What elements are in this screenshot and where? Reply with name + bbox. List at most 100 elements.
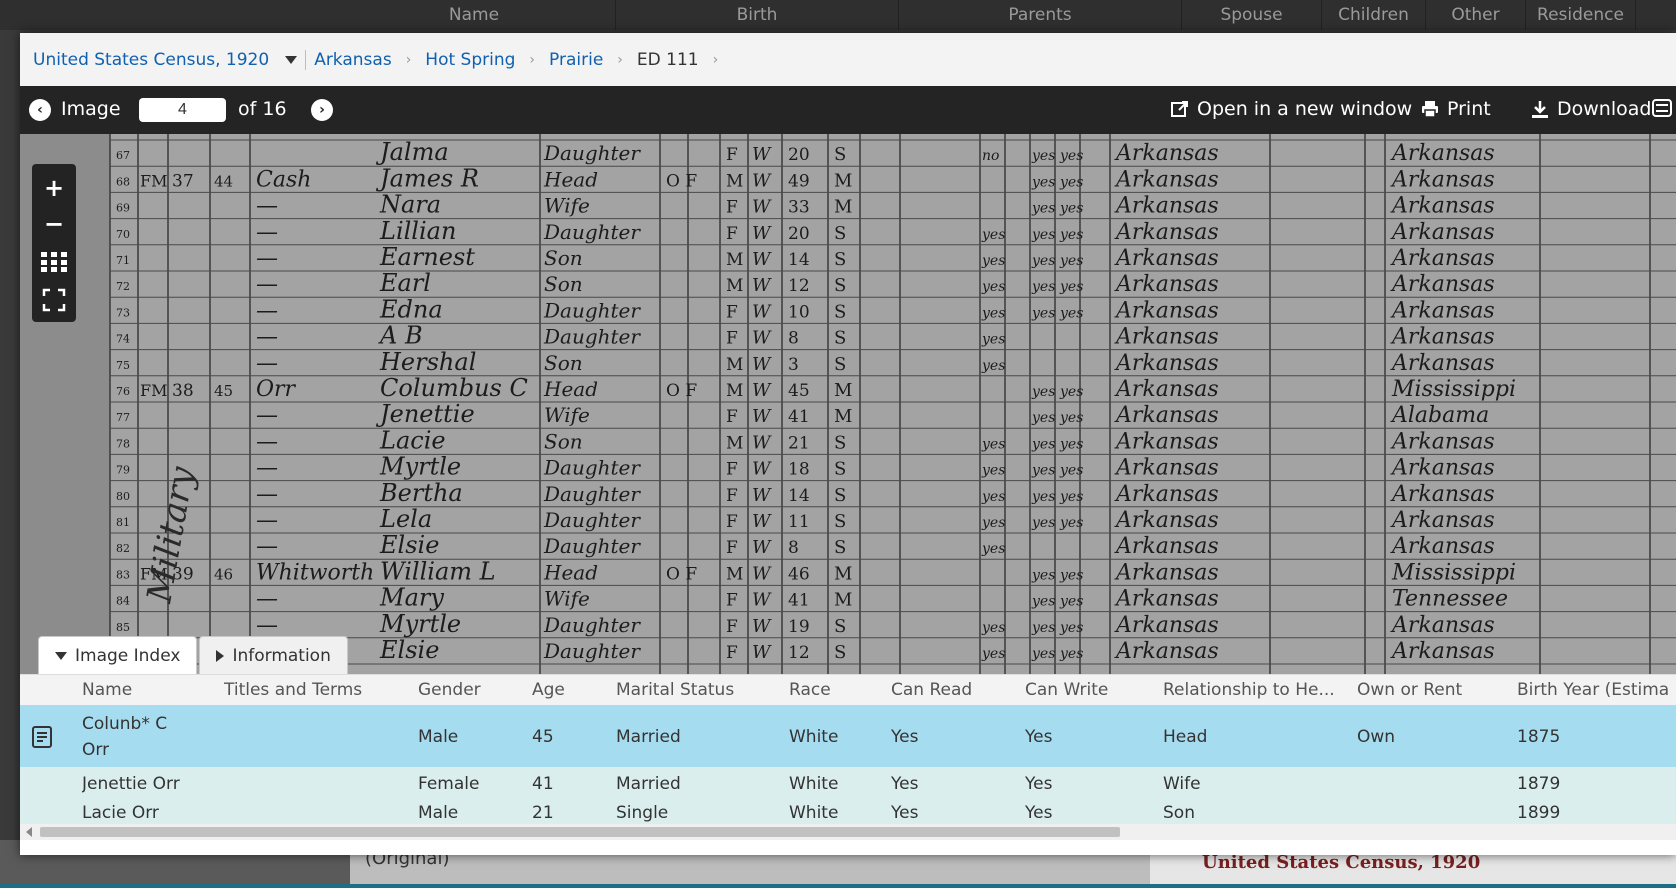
cell-read: yes [1031, 384, 1055, 400]
cell-tenure: O F [666, 171, 697, 191]
column-header-name[interactable]: Name [82, 680, 132, 700]
table-header-row: Name Titles and Terms Gender Age Marital… [20, 675, 1676, 706]
cell-dwelling-number: 38 [172, 381, 194, 401]
cell-given-name: Lela [379, 505, 432, 533]
column-header-gender[interactable]: Gender [418, 680, 481, 700]
download-button[interactable]: Download [1530, 98, 1651, 120]
cell-father-birthplace: Arkansas [1390, 613, 1495, 638]
cell-birthplace: Arkansas [1114, 272, 1219, 297]
cell-age: 45 [788, 381, 810, 401]
cell-relation: Daughter [543, 325, 641, 349]
previous-image-button[interactable]: ‹ [29, 99, 51, 121]
cell-read: yes [1031, 489, 1055, 505]
tab-image-index[interactable]: Image Index [38, 636, 198, 674]
census-image-viewer[interactable]: 67 Jalma Daughter F W 20 Sno yes yes Arkansas Arka… [20, 134, 1676, 674]
cell-father-birthplace: Tennessee [1392, 587, 1508, 612]
cell-given-name: Mary [379, 584, 444, 612]
cell-age: 41 [788, 591, 810, 611]
cell-race: W [752, 380, 772, 401]
cell-relation: Wife [544, 194, 590, 218]
chevron-right-icon[interactable]: › [713, 52, 719, 68]
table-row[interactable]: Jenettie Orr Female 41 Married White Yes… [20, 767, 1676, 802]
record-detail-icon[interactable] [32, 726, 52, 748]
cell-given-name: Edna [379, 295, 443, 323]
cell-marital: M [834, 406, 852, 427]
census-image: 67 Jalma Daughter F W 20 Sno yes yes Arkansas Arka… [20, 134, 1676, 674]
column-header-own-or-rent[interactable]: Own or Rent [1357, 680, 1462, 700]
column-header-age[interactable]: Age [532, 680, 565, 700]
scrollbar-thumb[interactable] [40, 827, 1120, 837]
cell-birthplace: Arkansas [1114, 194, 1219, 219]
column-header-can-read[interactable]: Can Read [891, 680, 972, 700]
breadcrumb-county-link[interactable]: Hot Spring [425, 50, 515, 70]
column-header-titles[interactable]: Titles and Terms [224, 680, 362, 700]
cell-write: yes [1059, 646, 1083, 662]
cell-surname: — [256, 194, 278, 219]
grid-icon [41, 252, 67, 272]
cell-gender: Female [418, 774, 480, 794]
line-number: 84 [116, 595, 130, 608]
cell-family-number: 44 [214, 172, 233, 190]
cell-marital: S [834, 537, 846, 558]
cell-relationship: Son [1163, 803, 1195, 823]
column-header-marital-status[interactable]: Marital Status [616, 680, 734, 700]
cell-relation: Daughter [543, 456, 641, 480]
table-row[interactable]: Colunb* C Orr Male 45 Married White Yes … [20, 706, 1676, 767]
column-header-can-write[interactable]: Can Write [1025, 680, 1108, 700]
panel-tabs: Image Index Information [38, 636, 348, 674]
cell-school: yes [981, 463, 1005, 479]
zoom-out-button[interactable]: − [32, 206, 76, 242]
column-header-race[interactable]: Race [789, 680, 831, 700]
cell-father-birthplace: Arkansas [1390, 298, 1495, 323]
cell-race: W [752, 537, 772, 558]
download-label: Download [1557, 98, 1652, 120]
cell-marital-status: Single [616, 803, 669, 823]
cell-relation: Head [543, 560, 598, 584]
cell-sex: M [726, 276, 743, 296]
cell-birthplace: Arkansas [1114, 639, 1219, 664]
column-header-birth-year[interactable]: Birth Year (Estima [1517, 680, 1669, 700]
cell-marital: S [834, 328, 846, 349]
image-number-input[interactable] [139, 98, 226, 122]
cell-can-read: Yes [891, 727, 919, 747]
cell-relationship: Wife [1163, 774, 1201, 794]
breadcrumb-township-link[interactable]: Prairie [549, 50, 603, 70]
cell-birth-year: 1879 [1517, 774, 1561, 794]
line-number: 75 [116, 359, 130, 372]
breadcrumb-divider [305, 49, 307, 70]
cell-surname: — [256, 351, 278, 376]
collection-dropdown-icon[interactable] [285, 55, 298, 64]
settings-button[interactable] [1652, 98, 1672, 118]
horizontal-scrollbar[interactable] [20, 824, 1676, 840]
cell-race: W [752, 354, 772, 375]
open-new-window-button[interactable]: Open in a new window [1170, 98, 1412, 120]
breadcrumb-collection-link[interactable]: United States Census, 1920 [33, 50, 269, 70]
bg-col-birth: Birth [616, 0, 899, 30]
breadcrumb-state-link[interactable]: Arkansas [314, 50, 392, 70]
cell-read: yes [1031, 515, 1055, 531]
cell-surname: — [256, 456, 278, 481]
scroll-left-icon[interactable] [26, 827, 32, 837]
open-new-window-icon [1171, 101, 1188, 117]
cell-marital: M [834, 170, 852, 191]
cell-race: White [789, 803, 839, 823]
cell-write: yes [1059, 620, 1083, 636]
cell-age: 46 [788, 564, 810, 584]
image-index-table: Name Titles and Terms Gender Age Marital… [20, 674, 1676, 824]
next-image-button[interactable]: › [311, 99, 333, 121]
bg-collection-title: United States Census, 1920 [1202, 852, 1481, 873]
column-header-relationship[interactable]: Relationship to He... [1163, 680, 1335, 700]
tab-information[interactable]: Information [199, 636, 348, 674]
cell-age: 12 [788, 276, 810, 296]
cell-marital: M [834, 380, 852, 401]
printer-icon [1422, 101, 1438, 118]
cell-school: no [982, 148, 999, 164]
table-row[interactable]: Lacie Orr Male 21 Single White Yes Yes S… [20, 802, 1676, 824]
cell-age: 18 [788, 460, 810, 480]
grid-view-button[interactable] [32, 244, 76, 280]
print-button[interactable]: Print [1420, 98, 1491, 120]
zoom-in-button[interactable]: + [32, 170, 76, 206]
cell-birthplace: Arkansas [1114, 587, 1219, 612]
fullscreen-button[interactable] [32, 282, 76, 318]
cell-race: White [789, 727, 839, 747]
